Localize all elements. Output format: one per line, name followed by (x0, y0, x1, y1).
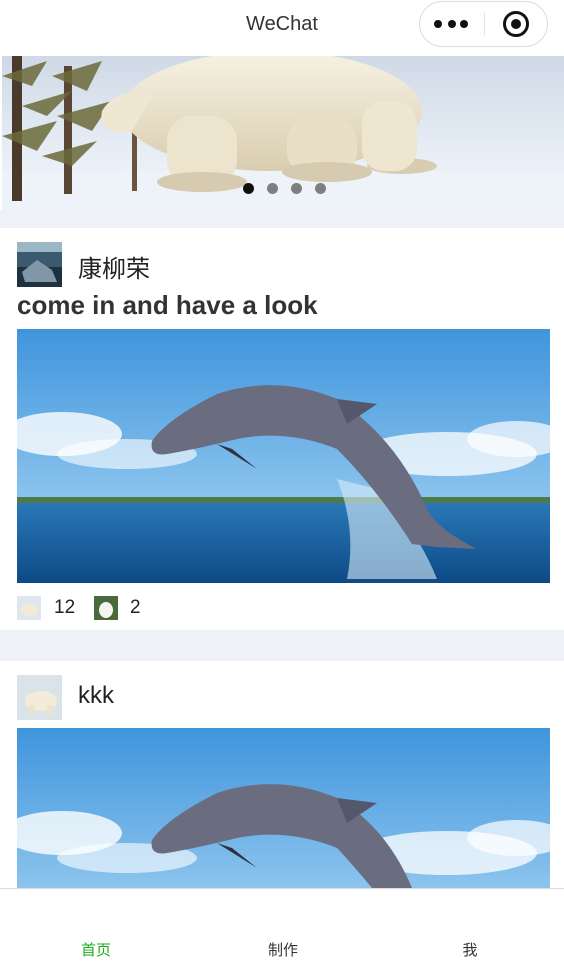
post-card[interactable]: kkk (0, 661, 564, 888)
mini-program-capsule (419, 1, 548, 47)
post-image[interactable] (17, 329, 550, 583)
author-name[interactable]: kkk (78, 682, 114, 710)
tab-home[interactable]: 首页 (56, 939, 136, 960)
stat-count: 12 (54, 597, 76, 618)
app-screen: WeChat 康柳荣 come in and have a look 12 2 … (0, 0, 564, 961)
avatar-image (17, 675, 62, 720)
close-mini-program-icon[interactable] (503, 11, 529, 37)
section-divider (0, 210, 564, 228)
banner-dot[interactable] (243, 183, 254, 194)
post-title[interactable]: come in and have a look (17, 290, 318, 321)
tab-bar: 首页 制作 我 (0, 888, 564, 961)
author-avatar[interactable] (17, 242, 62, 287)
dolphin-image (17, 329, 550, 583)
author-avatar[interactable] (17, 675, 62, 720)
banner-dot[interactable] (291, 183, 302, 194)
dolphin-image (17, 728, 550, 888)
capsule-divider (484, 12, 485, 36)
tab-create[interactable]: 制作 (243, 939, 323, 960)
more-options-icon[interactable] (434, 2, 482, 46)
avatar-image (17, 242, 62, 287)
post-image[interactable] (17, 728, 550, 888)
post-card[interactable]: 康柳荣 come in and have a look 12 2 (0, 228, 564, 630)
section-divider (0, 630, 564, 661)
polar-bear-thumb-icon[interactable] (17, 596, 41, 620)
wolf-thumb-icon[interactable] (94, 596, 118, 620)
stat-count: 2 (130, 597, 141, 618)
banner-dot[interactable] (267, 183, 278, 194)
author-name[interactable]: 康柳荣 (78, 249, 150, 284)
tab-me[interactable]: 我 (430, 939, 510, 960)
navigation-bar: WeChat (0, 0, 564, 56)
banner-dot[interactable] (315, 183, 326, 194)
banner-pagination (243, 183, 333, 195)
